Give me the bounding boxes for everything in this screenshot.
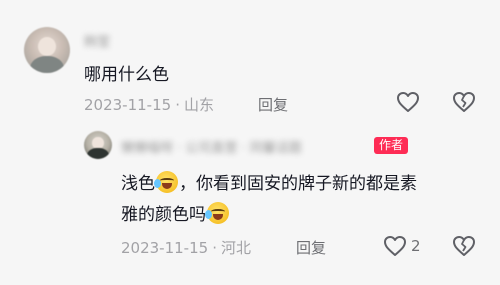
comment-date: 2023-11-15 (84, 96, 172, 114)
reply-text-part2: ，你看到固安的牌子新的都是素 (179, 174, 417, 194)
dislike-button[interactable] (452, 235, 476, 257)
reply-text-line1: 浅色 ，你看到固安的牌子新的都是素 (121, 169, 417, 194)
reply-text-part3: 雅的颜色吗 (121, 205, 206, 225)
heart-icon (397, 92, 419, 112)
meta-separator: · (212, 239, 217, 257)
author-username[interactable]: 懒懒喵呀 · 公司直营 · 同馨话题 (121, 137, 302, 156)
dislike-icon (453, 92, 475, 112)
laughing-crying-emoji-icon (154, 171, 178, 193)
like-count: 2 (411, 237, 421, 255)
username[interactable]: 韩莹 (84, 31, 110, 50)
reply-button[interactable]: 回复 (296, 237, 326, 258)
author-avatar[interactable] (84, 131, 112, 159)
comment-meta: 2023-11-15 · 山东 (84, 94, 214, 115)
like-button[interactable]: 2 (383, 235, 421, 257)
reply-button[interactable]: 回复 (258, 94, 288, 115)
reply-date: 2023-11-15 (121, 239, 209, 257)
reply-meta: 2023-11-15 · 河北 (121, 237, 251, 258)
comment-location: 山东 (183, 96, 214, 114)
author-badge: 作者 (374, 137, 409, 154)
laughing-crying-emoji-icon (205, 202, 229, 224)
reply-location: 河北 (220, 239, 251, 257)
comment-text: 哪用什么色 (84, 65, 169, 85)
heart-icon (384, 236, 406, 256)
like-button[interactable] (396, 91, 420, 113)
avatar[interactable] (24, 27, 70, 73)
dislike-button[interactable] (452, 91, 476, 113)
reply-text-line2: 雅的颜色吗 (121, 200, 230, 225)
dislike-icon (453, 236, 475, 256)
meta-separator: · (175, 96, 180, 114)
reply-text-part1: 浅色 (121, 174, 155, 194)
